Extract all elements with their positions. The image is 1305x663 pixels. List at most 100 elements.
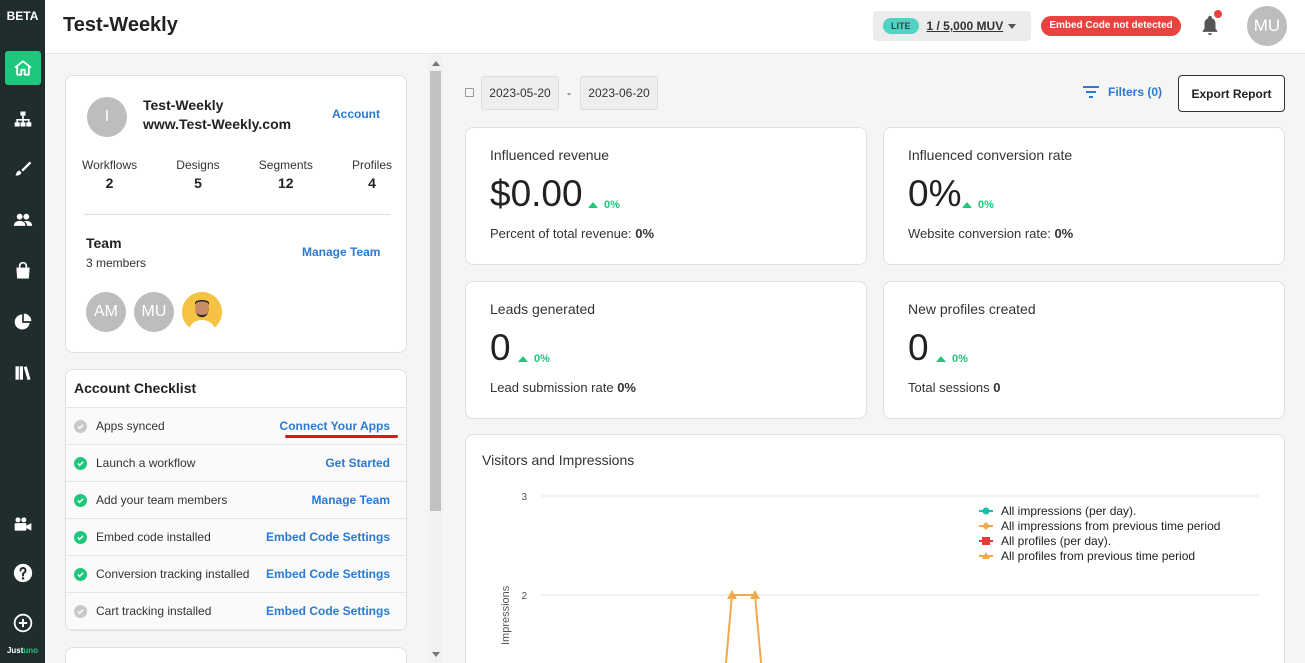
team-member-avatar[interactable]: AM [86,292,126,332]
connect-apps-link[interactable]: Connect Your Apps [280,419,390,433]
brand-logo: Justuno [6,646,39,655]
metric-card-new-profiles[interactable]: New profiles created 0 0% Total sessions… [883,281,1285,419]
metric-delta: 0% [518,353,550,365]
y-tick-label: 2 [521,591,527,602]
left-panel-scrollbar[interactable] [428,55,443,663]
metric-card-influenced-revenue[interactable]: Influenced revenue $0.00 0% Percent of t… [465,127,867,265]
left-panel: I Test-Weekly www.Test-Weekly.com Accoun… [45,55,428,663]
get-started-link[interactable]: Get Started [325,456,390,470]
embed-status-badge[interactable]: Embed Code not detected [1041,16,1181,36]
end-date-input[interactable]: 2023-06-20 [580,76,658,110]
trend-up-icon [518,356,528,362]
metric-card-leads-generated[interactable]: Leads generated 0 0% Lead submission rat… [465,281,867,419]
y-tick-label: 3 [521,492,527,503]
legend-marker-circle [982,507,990,515]
subtext-label: Website conversion rate: [908,226,1055,241]
filters-button[interactable]: Filters (0) [1083,85,1162,99]
library-books-icon[interactable] [5,356,41,390]
home-icon[interactable] [5,51,41,85]
scroll-thumb[interactable] [430,71,441,511]
checklist-item: Launch a workflow Get Started [66,445,406,482]
stat-value: 5 [194,175,202,191]
metric-delta: 0% [962,199,994,211]
user-avatar[interactable]: MU [1247,6,1287,46]
check-circle-icon [74,604,87,618]
check-circle-icon [74,419,87,433]
metric-value: 0% [908,173,962,214]
checklist-item: Add your team members Manage Team [66,482,406,519]
checklist-label: Cart tracking installed [96,604,212,618]
trend-up-icon [962,202,972,208]
plan-usage-dropdown[interactable]: LITE 1 / 5,000 MUV [873,11,1031,41]
metric-subtext: Lead submission rate 0% [490,380,636,395]
metric-value: $0.00 [490,173,583,214]
team-member-photo-avatar[interactable] [182,292,222,332]
notification-dot [1214,10,1222,18]
segments-users-icon[interactable] [5,203,41,237]
account-link[interactable]: Account [332,107,380,121]
checklist-label: Conversion tracking installed [96,567,250,581]
scroll-up-arrow-icon[interactable] [432,61,440,66]
stat-profiles[interactable]: Profiles 4 [352,158,392,191]
metric-title: Influenced revenue [490,147,610,163]
embed-code-settings-link[interactable]: Embed Code Settings [266,567,390,581]
account-avatar: I [87,97,127,137]
embed-code-settings-link[interactable]: Embed Code Settings [266,530,390,544]
shopping-bag-icon[interactable] [5,254,41,288]
stat-label: Profiles [351,158,392,172]
team-member-avatar[interactable]: MU [134,292,174,332]
checklist-item: Embed code installed Embed Code Settings [66,519,406,556]
account-card: I Test-Weekly www.Test-Weekly.com Accoun… [65,75,407,353]
scroll-down-arrow-icon[interactable] [432,652,440,657]
subtext-label: Percent of total revenue: [490,226,636,241]
divider [84,214,390,215]
filters-label: Filters (0) [1108,85,1163,99]
legend-label: All profiles (per day). [1001,534,1111,548]
metric-value: 0 [490,327,511,368]
manage-team-link[interactable]: Manage Team [312,493,390,507]
filter-icon [1083,86,1099,98]
account-name: Test-Weekly [143,97,224,113]
workflows-icon[interactable] [5,102,41,136]
stat-label: Segments [258,158,313,172]
account-checklist: Account Checklist Apps synced Connect Yo… [65,369,407,631]
sidebar: BETA Justuno [0,0,45,663]
checklist-item: Cart tracking installed Embed Code Setti… [66,593,406,630]
subtext-label: Lead submission rate [490,380,618,395]
stat-value: 2 [105,175,114,191]
stat-designs[interactable]: Designs 5 [176,158,219,191]
account-stats: Workflows 2 Designs 5 Segments 12 Profil… [82,158,392,191]
metric-title: New profiles created [908,301,1036,317]
help-icon[interactable] [5,556,41,590]
team-title: Team [86,235,122,251]
stat-workflows[interactable]: Workflows 2 [82,158,137,191]
stat-label: Workflows [82,158,138,172]
metric-card-conversion-rate[interactable]: Influenced conversion rate 0% 0% Website… [883,127,1285,265]
export-report-button[interactable]: Export Report [1178,75,1285,112]
checklist-label: Launch a workflow [96,456,196,470]
subtext-value: 0% [617,380,636,395]
chevron-down-icon [1008,23,1017,29]
checklist-label: Add your team members [96,493,228,507]
stat-value: 12 [278,175,294,191]
video-camera-icon[interactable] [5,507,41,541]
next-card [65,647,407,663]
manage-team-link[interactable]: Manage Team [302,245,380,259]
metric-subtext: Total sessions 0 [908,380,1001,395]
check-circle-icon [74,493,87,507]
check-circle-icon [74,530,87,544]
stat-segments[interactable]: Segments 12 [259,158,313,191]
designs-brush-icon[interactable] [5,152,41,186]
legend-marker-square [982,537,990,545]
subtext-value: 0 [993,380,1001,395]
start-date-input[interactable]: 2023-05-20 [481,76,559,110]
legend-marker-diamond [982,522,990,530]
beta-badge: BETA [6,9,39,23]
embed-code-settings-link[interactable]: Embed Code Settings [266,604,390,618]
stat-label: Designs [176,158,220,172]
add-circle-icon[interactable] [5,606,41,640]
reports-pie-icon[interactable] [5,305,41,339]
check-circle-icon [74,567,87,581]
metric-subtext: Percent of total revenue: 0% [490,226,654,241]
checklist-title: Account Checklist [66,370,406,408]
